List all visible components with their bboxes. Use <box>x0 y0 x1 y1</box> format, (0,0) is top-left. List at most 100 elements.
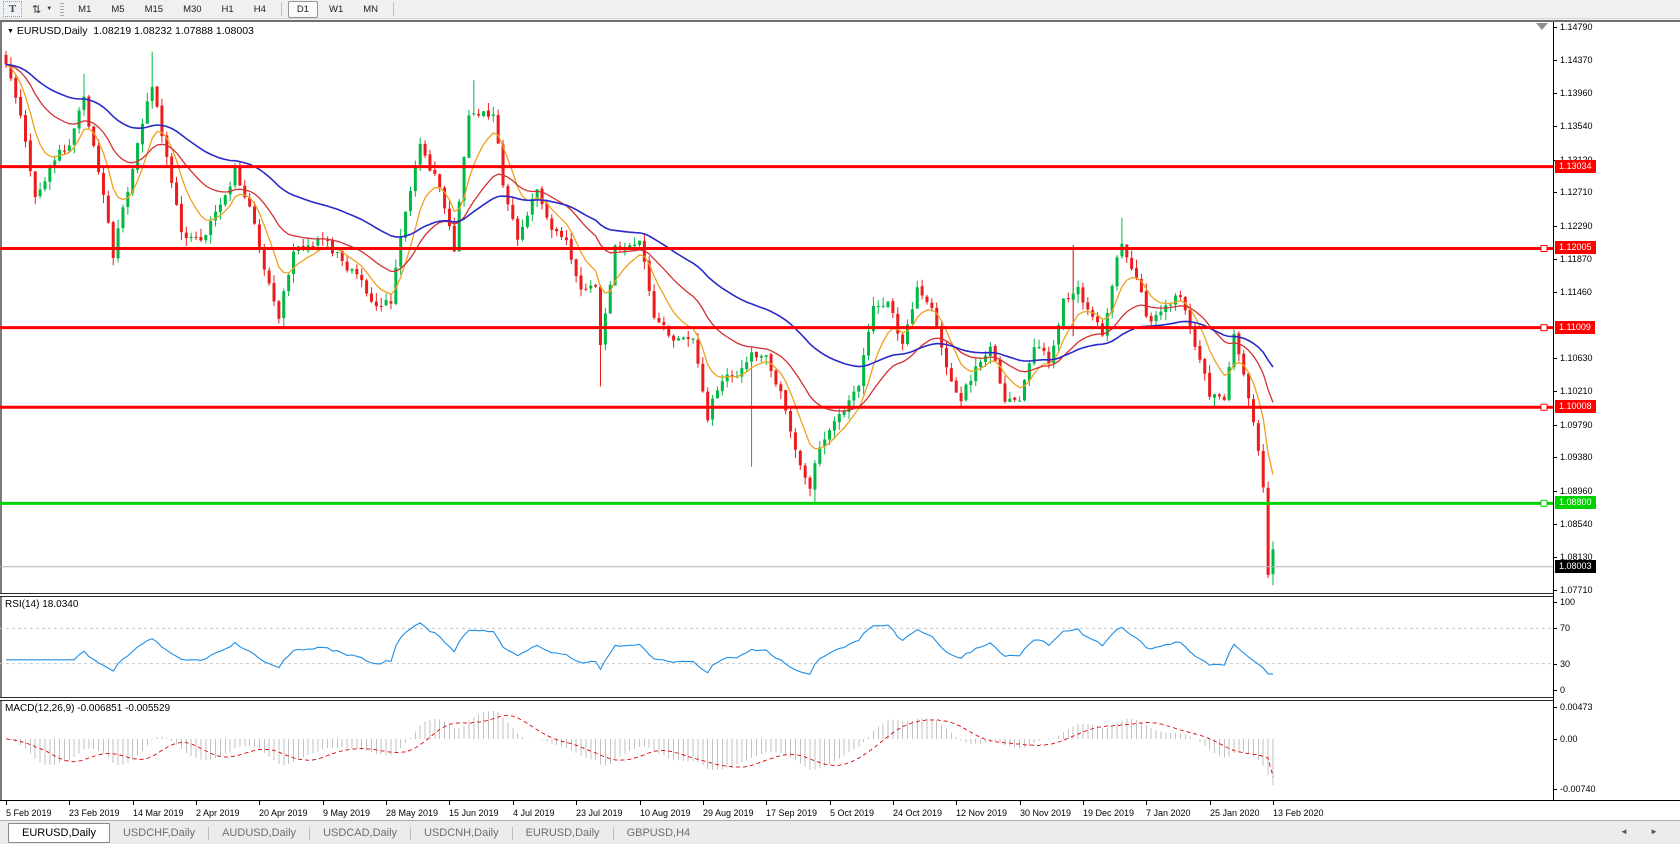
candle-body <box>380 306 383 307</box>
ma-slow-line[interactable] <box>6 65 1273 368</box>
text-tool-button[interactable]: T <box>3 1 22 17</box>
axis-tick-mark <box>1553 557 1557 558</box>
date-label: 23 Feb 2019 <box>69 808 120 818</box>
candle-body <box>726 374 729 381</box>
timeframe-button-d1[interactable]: D1 <box>288 1 318 18</box>
candle-body <box>5 55 8 65</box>
candle-body <box>882 306 885 307</box>
candle-body <box>1164 305 1167 312</box>
rsi-pane[interactable] <box>0 597 1553 697</box>
candle-body <box>657 318 660 322</box>
candle-body <box>1013 398 1016 400</box>
tab-usdcnh-daily[interactable]: USDCNH,Daily <box>411 824 512 842</box>
candle-body <box>1189 310 1192 329</box>
candle-body <box>1218 394 1221 396</box>
date-label: 4 Jul 2019 <box>513 808 555 818</box>
candle-body <box>336 252 339 253</box>
candle-body <box>930 303 933 308</box>
tab-gbpusd-h4[interactable]: GBPUSD,H4 <box>614 824 704 842</box>
candle-body <box>424 144 427 156</box>
tab-usdcad-daily[interactable]: USDCAD,Daily <box>310 824 410 842</box>
date-tick-mark <box>133 800 134 805</box>
timeframe-button-m1[interactable]: M1 <box>69 1 100 18</box>
timeframe-button-h4[interactable]: H4 <box>245 1 275 18</box>
candle-body <box>1174 296 1177 305</box>
candle-body <box>419 144 422 165</box>
tab-audusd-daily[interactable]: AUDUSD,Daily <box>209 824 309 842</box>
window-menu-icon[interactable]: ▼ <box>7 28 14 35</box>
candle-body <box>555 229 558 231</box>
candle-body <box>151 87 154 101</box>
level-handle[interactable] <box>1541 500 1547 506</box>
date-tick-mark <box>1210 800 1211 805</box>
candle-body <box>39 189 42 196</box>
candle-body <box>126 192 129 207</box>
candle-body <box>779 384 782 391</box>
main-price-chart[interactable] <box>0 22 1553 593</box>
ma-fast-line[interactable] <box>6 65 1273 475</box>
pane-separator[interactable] <box>0 697 1553 701</box>
candle-body <box>789 411 792 432</box>
candle-body <box>833 421 836 430</box>
candle-body <box>575 259 578 276</box>
toolbar-grip[interactable] <box>60 3 64 16</box>
candle-body <box>1130 258 1133 269</box>
candle-body <box>1018 401 1021 402</box>
tab-scroll-arrows[interactable]: ◄ ► <box>1620 827 1668 836</box>
tab-usdchf-daily[interactable]: USDCHF,Daily <box>110 824 208 842</box>
mt4-workspace: T ⇅ ▼ M1M5M15M30H1H4 D1W1MN ▼ EURUSD,Dail… <box>0 0 1680 844</box>
date-tick-mark <box>1083 800 1084 805</box>
candle-body <box>487 111 490 117</box>
axis-tick-mark <box>1553 590 1557 591</box>
timeframe-button-m15[interactable]: M15 <box>136 1 172 18</box>
level-handle[interactable] <box>1541 325 1547 331</box>
sort-arrows-icon[interactable]: ⇅ <box>32 3 41 16</box>
candle-body <box>1169 305 1172 306</box>
chart-window[interactable]: ▼ EURUSD,Daily 1.08219 1.08232 1.07888 1… <box>0 20 1680 820</box>
level-price-tag: 1.13034 <box>1555 160 1596 173</box>
candle-body <box>843 411 846 415</box>
date-label: 10 Aug 2019 <box>640 808 691 818</box>
date-label: 28 May 2019 <box>386 808 438 818</box>
axis-tick-label: 1.12290 <box>1560 221 1593 231</box>
axis-tick-mark <box>1553 60 1557 61</box>
date-label: 23 Jul 2019 <box>576 808 623 818</box>
chevron-down-icon[interactable]: ▼ <box>46 6 52 12</box>
macd-pane[interactable] <box>0 700 1553 800</box>
candle-body <box>1213 394 1216 397</box>
axis-tick-mark <box>1553 739 1557 740</box>
macd-axis-label: 0.00 <box>1560 734 1578 744</box>
level-handle[interactable] <box>1541 245 1547 251</box>
axis-tick-mark <box>1553 391 1557 392</box>
candle-body <box>901 335 904 344</box>
timeframe-button-h1[interactable]: H1 <box>213 1 243 18</box>
timeframe-button-m30[interactable]: M30 <box>174 1 210 18</box>
candle-body <box>14 78 17 98</box>
candle-body <box>984 356 987 362</box>
candle-body <box>467 115 470 157</box>
date-tick-mark <box>69 800 70 805</box>
candle-body <box>755 352 758 357</box>
pane-separator[interactable] <box>0 593 1553 597</box>
candle-body <box>156 87 159 107</box>
tab-eurusd-daily[interactable]: EURUSD,Daily <box>8 823 110 843</box>
timeframe-button-m5[interactable]: M5 <box>102 1 133 18</box>
tab-eurusd-daily[interactable]: EURUSD,Daily <box>513 824 613 842</box>
candle-body <box>765 355 768 357</box>
level-handle[interactable] <box>1541 404 1547 410</box>
candle-body <box>911 309 914 323</box>
axis-tick-mark <box>1553 192 1557 193</box>
candle-body <box>1267 488 1270 575</box>
axis-tick-label: 1.14370 <box>1560 55 1593 65</box>
candle-body <box>34 171 37 197</box>
chart-title: ▼ EURUSD,Daily 1.08219 1.08232 1.07888 1… <box>7 25 254 37</box>
candle-body <box>794 432 797 449</box>
candle-body <box>891 301 894 313</box>
chart-shift-marker-icon[interactable] <box>1536 23 1548 30</box>
timeframe-button-mn[interactable]: MN <box>354 1 387 18</box>
timeframe-toolbar: T ⇅ ▼ M1M5M15M30H1H4 D1W1MN <box>0 0 1680 19</box>
axis-tick-mark <box>1553 358 1557 359</box>
timeframe-button-w1[interactable]: W1 <box>320 1 352 18</box>
candle-body <box>268 271 271 284</box>
candle-body <box>521 227 524 240</box>
